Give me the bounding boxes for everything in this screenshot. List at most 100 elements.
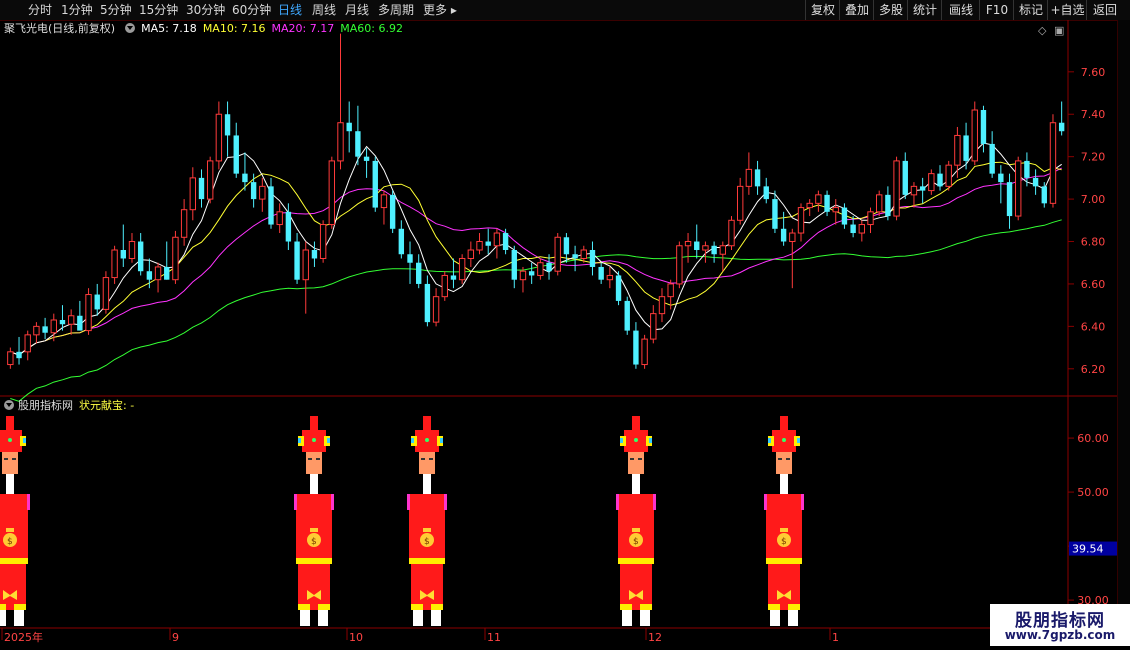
candle-86: [754, 160, 761, 195]
candle-body: [928, 173, 935, 192]
candle-22: [198, 169, 205, 208]
candle-body: [346, 122, 352, 132]
candle-body: [989, 143, 995, 174]
sleeve-left: [407, 494, 410, 510]
candle-46: [407, 241, 413, 284]
right-side-panel-lower[interactable]: [1117, 398, 1130, 628]
candle-121: [1058, 101, 1065, 136]
candle-37: [328, 156, 336, 229]
candle-body: [780, 228, 787, 242]
money-symbol: $: [424, 537, 430, 547]
leg-left: [0, 610, 6, 626]
candle-115: [1006, 173, 1013, 229]
candle-body: [1058, 122, 1065, 132]
candle-body: [77, 315, 83, 331]
money-bag-neck: [310, 528, 318, 532]
candle-55: [485, 228, 491, 255]
candle-49: [432, 288, 440, 327]
site-watermark: 股朋指标网 www.7gpzb.com: [990, 604, 1130, 646]
candle-26: [233, 122, 239, 178]
candle-body: [711, 245, 717, 255]
indicator-name: 状元献宝: -: [79, 399, 135, 412]
candle-73: [641, 334, 648, 369]
candle-body: [841, 207, 848, 225]
candle-44: [389, 190, 396, 234]
shoe-trim-left: [768, 604, 780, 610]
candle-9: [85, 288, 92, 335]
candle-109: [954, 126, 961, 178]
candle-body: [650, 313, 657, 340]
candle-body: [519, 270, 527, 281]
candle-93: [815, 190, 822, 212]
candle-body: [380, 194, 388, 209]
eye-left: [308, 458, 312, 460]
candle-85: [745, 152, 753, 195]
candle-body: [7, 351, 14, 366]
hat-jewel: [312, 438, 316, 442]
robe-lower: [620, 564, 652, 610]
candle-53: [467, 241, 475, 267]
shoe-trim-right: [318, 604, 330, 610]
candle-body: [441, 274, 448, 298]
kline-chart[interactable]: 7.60 7.40 7.20 7.00 6.80 6.60 6.40 6.20 60.00 50.…: [0, 0, 1130, 650]
hat-top: [780, 416, 788, 430]
zhuangyuan-figure: $: [616, 416, 656, 626]
ma5-value: MA5: 7.18: [141, 22, 197, 35]
right-side-panel[interactable]: [1117, 20, 1130, 400]
candle-body: [1032, 177, 1039, 187]
date-label: 12: [648, 631, 662, 644]
candle-120: [1049, 114, 1057, 208]
hat-gem-left: [411, 438, 414, 443]
shoe-trim-right: [14, 604, 26, 610]
candle-90: [789, 228, 796, 289]
candle-39: [346, 101, 352, 153]
sleeve-right: [331, 494, 334, 510]
candle-100: [876, 190, 883, 217]
dropdown-icon[interactable]: [125, 23, 136, 33]
robe: [618, 494, 654, 558]
candle-body: [885, 194, 891, 217]
sleeve-right: [653, 494, 656, 510]
hat-gem-left: [298, 438, 301, 443]
candle-body: [242, 173, 248, 183]
indicator-dropdown-icon[interactable]: [4, 400, 14, 410]
candle-45: [398, 220, 405, 259]
candle-65: [572, 245, 578, 272]
ma-info-bar: 聚飞光电(日线,前复权) MA5: 7.18 MA10: 7.16 MA20: 7.1…: [0, 21, 409, 37]
candle-body: [919, 186, 926, 191]
face: [2, 452, 18, 474]
candle-body: [658, 296, 666, 315]
candle-body: [893, 160, 900, 217]
candle-body: [754, 169, 761, 187]
candle-body: [206, 160, 214, 200]
shoe-trim-right: [640, 604, 652, 610]
candle-74: [650, 305, 657, 344]
sleeve-left: [616, 494, 619, 510]
leg-right: [431, 610, 441, 626]
candle-17: [154, 262, 162, 293]
candle-20: [180, 199, 188, 246]
price-tick-label: 6.40: [1081, 320, 1106, 333]
candle-body: [598, 266, 604, 280]
candle-28: [250, 173, 257, 208]
eye-right: [429, 458, 433, 460]
collar: [632, 474, 640, 494]
candle-body: [372, 160, 378, 208]
candle-body: [154, 266, 162, 281]
diamond-icon[interactable]: ◇: [1038, 24, 1046, 37]
candle-30: [268, 177, 274, 229]
candle-87: [763, 177, 769, 204]
candle-116: [1015, 156, 1022, 221]
date-label: 11: [487, 631, 501, 644]
money-bag-neck: [423, 528, 431, 532]
candle-body: [233, 135, 239, 174]
belt: [409, 558, 445, 564]
candle-body: [407, 254, 413, 263]
hat-top: [310, 416, 318, 430]
candle-59: [519, 266, 527, 293]
candle-81: [711, 241, 717, 263]
panel-toggle-icon[interactable]: ▣: [1054, 24, 1064, 37]
hat-top: [632, 416, 640, 430]
candle-body: [554, 236, 561, 272]
candle-body: [250, 182, 257, 200]
